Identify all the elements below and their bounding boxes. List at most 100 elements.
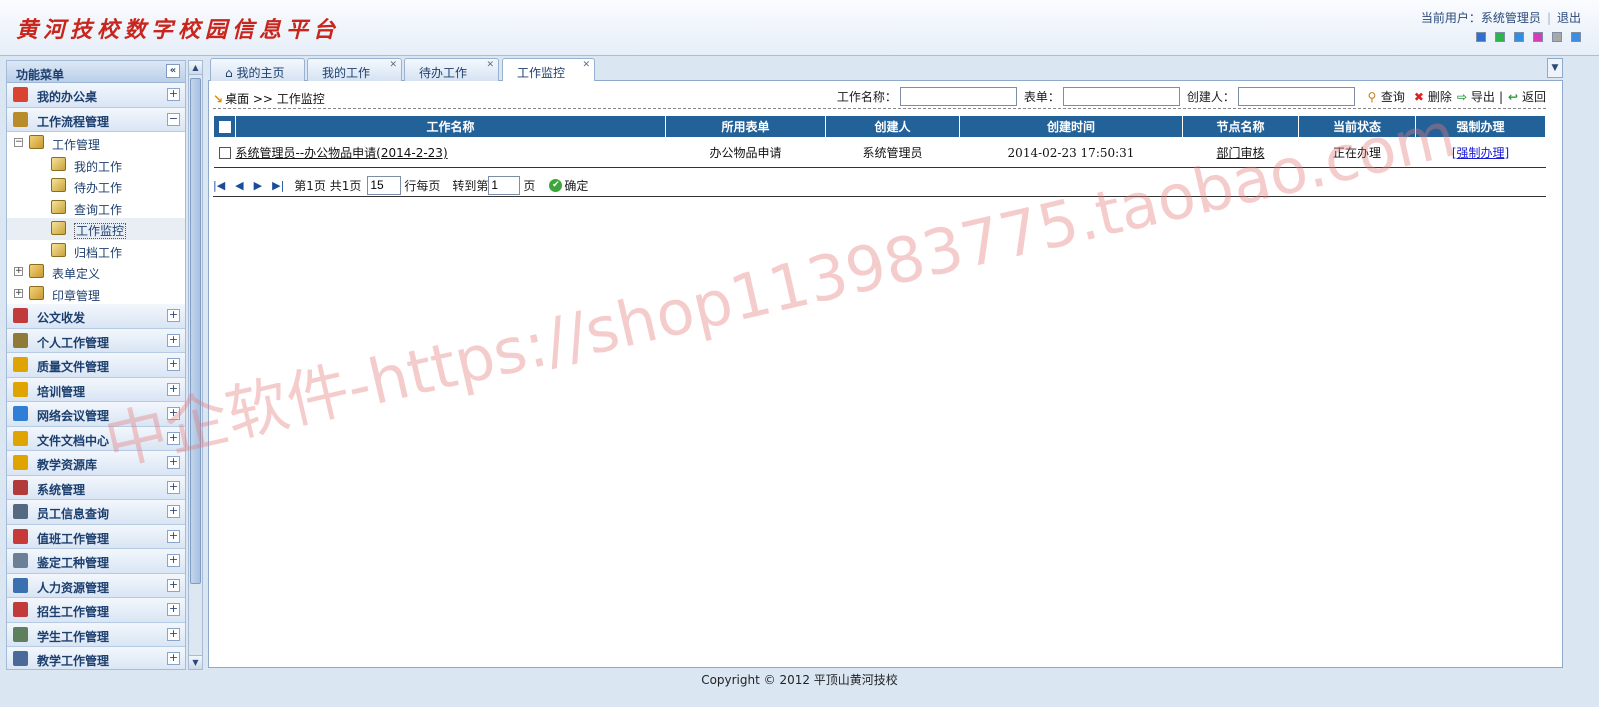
- close-icon[interactable]: ✕: [389, 60, 397, 70]
- col-status[interactable]: 当前状态: [1298, 115, 1416, 138]
- tree-item[interactable]: 工作监控: [7, 218, 185, 240]
- delete-button[interactable]: ✖ 删除: [1412, 88, 1452, 105]
- expand-plus-icon[interactable]: +: [167, 505, 180, 518]
- tree-expand-icon[interactable]: +: [14, 288, 23, 298]
- work-monitor-table: 工作名称 所用表单 创建人 创建时间 节点名称 当前状态 强制办理 系统管理员-…: [213, 115, 1546, 168]
- pagination: |◀ ◀ ▶ ▶| 第1页 共1页 行每页 转到第 页 ✔确定: [213, 174, 1546, 197]
- double-chevron-left-icon[interactable]: «: [166, 64, 180, 78]
- form-cell: 办公物品申请: [665, 137, 826, 168]
- tree-item[interactable]: 查询工作: [7, 197, 185, 219]
- skin-color-swatch[interactable]: [1552, 32, 1562, 42]
- menu-group-b8[interactable]: 员工信息查询 +: [7, 500, 185, 525]
- row-checkbox[interactable]: [218, 147, 231, 159]
- menu-group-b13[interactable]: 学生工作管理 +: [7, 622, 185, 647]
- col-form[interactable]: 所用表单: [665, 115, 826, 138]
- tree-item[interactable]: 归档工作: [7, 240, 185, 262]
- close-icon[interactable]: ✕: [582, 60, 590, 70]
- menu-group-b14[interactable]: 教学工作管理 +: [7, 647, 185, 669]
- expand-plus-icon[interactable]: +: [167, 456, 180, 469]
- page-size-input[interactable]: [367, 175, 402, 195]
- sidebar-scrollbar[interactable]: ▲ ▼: [188, 60, 203, 670]
- work-name-link[interactable]: 系统管理员--办公物品申请(2014-2-23): [236, 146, 448, 160]
- search-button[interactable]: ⚲ 查询: [1365, 88, 1404, 105]
- scroll-down-icon[interactable]: ▼: [189, 655, 202, 669]
- menu-group-t0[interactable]: 我的办公桌 +: [7, 83, 185, 108]
- skin-color-swatch[interactable]: [1514, 32, 1524, 42]
- expand-plus-icon[interactable]: +: [167, 603, 180, 616]
- expand-plus-icon[interactable]: +: [167, 652, 180, 665]
- menu-group-icon: [13, 626, 28, 642]
- collapse-minus-icon[interactable]: −: [167, 112, 180, 126]
- creator-input[interactable]: [1237, 87, 1355, 106]
- skin-color-swatch[interactable]: [1571, 32, 1581, 42]
- menu-group-b9[interactable]: 值班工作管理 +: [7, 524, 185, 549]
- select-all-header: [213, 115, 236, 138]
- col-created-time[interactable]: 创建时间: [959, 115, 1183, 138]
- menu-group-b12[interactable]: 招生工作管理 +: [7, 598, 185, 623]
- scroll-thumb[interactable]: [190, 78, 201, 584]
- confirm-button[interactable]: ✔ 确定: [549, 177, 588, 194]
- export-button[interactable]: ⇨ 导出: [1455, 88, 1495, 105]
- col-force-handle[interactable]: 强制办理: [1415, 115, 1546, 138]
- tree-item[interactable]: + 表单定义: [7, 261, 185, 283]
- skin-color-swatch[interactable]: [1476, 32, 1486, 42]
- skin-color-swatch[interactable]: [1495, 32, 1505, 42]
- expand-plus-icon[interactable]: +: [167, 407, 180, 420]
- expand-plus-icon[interactable]: +: [167, 578, 180, 592]
- menu-group-b6[interactable]: 教学资源库 +: [7, 451, 185, 476]
- page-info: 第1页 共1页: [294, 178, 362, 193]
- menu-group-b5[interactable]: 文件文档中心 +: [7, 426, 185, 451]
- tab-3[interactable]: 工作监控 ✕: [502, 58, 595, 82]
- function-menu-title: 功能菜单: [16, 68, 65, 82]
- tree-expand-icon[interactable]: +: [14, 267, 23, 276]
- close-icon[interactable]: ✕: [486, 60, 494, 70]
- menu-group-b7[interactable]: 系统管理 +: [7, 475, 185, 500]
- expand-plus-icon[interactable]: +: [167, 333, 180, 347]
- select-all-checkbox[interactable]: [218, 121, 231, 133]
- tab-1[interactable]: 我的工作 ✕: [307, 58, 402, 81]
- col-creator[interactable]: 创建人: [825, 115, 960, 138]
- menu-group-icon: [13, 504, 28, 519]
- expand-plus-icon[interactable]: +: [167, 382, 180, 396]
- expand-plus-icon[interactable]: +: [167, 480, 180, 494]
- tree-item[interactable]: 待办工作: [7, 175, 185, 197]
- col-node-name[interactable]: 节点名称: [1182, 115, 1299, 138]
- tab-2[interactable]: 待办工作 ✕: [404, 58, 499, 81]
- force-handle-link[interactable]: [强制办理]: [1452, 146, 1509, 160]
- menu-group-b4[interactable]: 网络会议管理 +: [7, 402, 185, 427]
- col-work-name[interactable]: 工作名称: [235, 115, 666, 138]
- expand-plus-icon[interactable]: +: [167, 431, 180, 445]
- prev-page-icon[interactable]: ◀: [235, 179, 243, 192]
- node-name-link[interactable]: 部门审核: [1216, 146, 1264, 160]
- tree-item[interactable]: − 工作管理: [7, 132, 185, 154]
- work-name-input[interactable]: [899, 87, 1017, 106]
- tab-0[interactable]: ⌂ 我的主页: [210, 58, 305, 81]
- form-input[interactable]: [1062, 87, 1180, 106]
- expand-plus-icon[interactable]: +: [167, 309, 180, 322]
- tree-item[interactable]: + 印章管理: [7, 283, 185, 305]
- next-page-icon[interactable]: ▶: [254, 179, 262, 192]
- menu-group-b2[interactable]: 质量文件管理 +: [7, 353, 185, 378]
- last-page-icon[interactable]: ▶|: [272, 179, 284, 192]
- menu-group-b0[interactable]: 公文收发 +: [7, 304, 185, 329]
- tree-collapse-icon[interactable]: −: [14, 138, 23, 147]
- skin-color-swatch[interactable]: [1533, 32, 1543, 42]
- menu-group-b11[interactable]: 人力资源管理 +: [7, 573, 185, 598]
- menu-group-b3[interactable]: 培训管理 +: [7, 377, 185, 402]
- goto-page-input[interactable]: [488, 175, 521, 195]
- tree-item[interactable]: 我的工作: [7, 154, 185, 176]
- expand-plus-icon[interactable]: +: [167, 627, 180, 641]
- expand-plus-icon[interactable]: +: [167, 88, 180, 101]
- menu-group-b1[interactable]: 个人工作管理 +: [7, 328, 185, 353]
- menu-group-b10[interactable]: 鉴定工种管理 +: [7, 549, 185, 574]
- scroll-up-icon[interactable]: ▲: [189, 61, 202, 75]
- tab-list-chevron-icon[interactable]: ▼: [1547, 58, 1563, 78]
- expand-plus-icon[interactable]: +: [167, 358, 180, 371]
- menu-group-icon: [13, 651, 28, 666]
- menu-group-t1[interactable]: 工作流程管理 −: [7, 107, 185, 132]
- logout-link[interactable]: 退出: [1557, 11, 1581, 25]
- first-page-icon[interactable]: |◀: [213, 179, 225, 192]
- expand-plus-icon[interactable]: +: [167, 554, 180, 567]
- expand-plus-icon[interactable]: +: [167, 529, 180, 543]
- back-button[interactable]: ↩ 返回: [1506, 88, 1546, 105]
